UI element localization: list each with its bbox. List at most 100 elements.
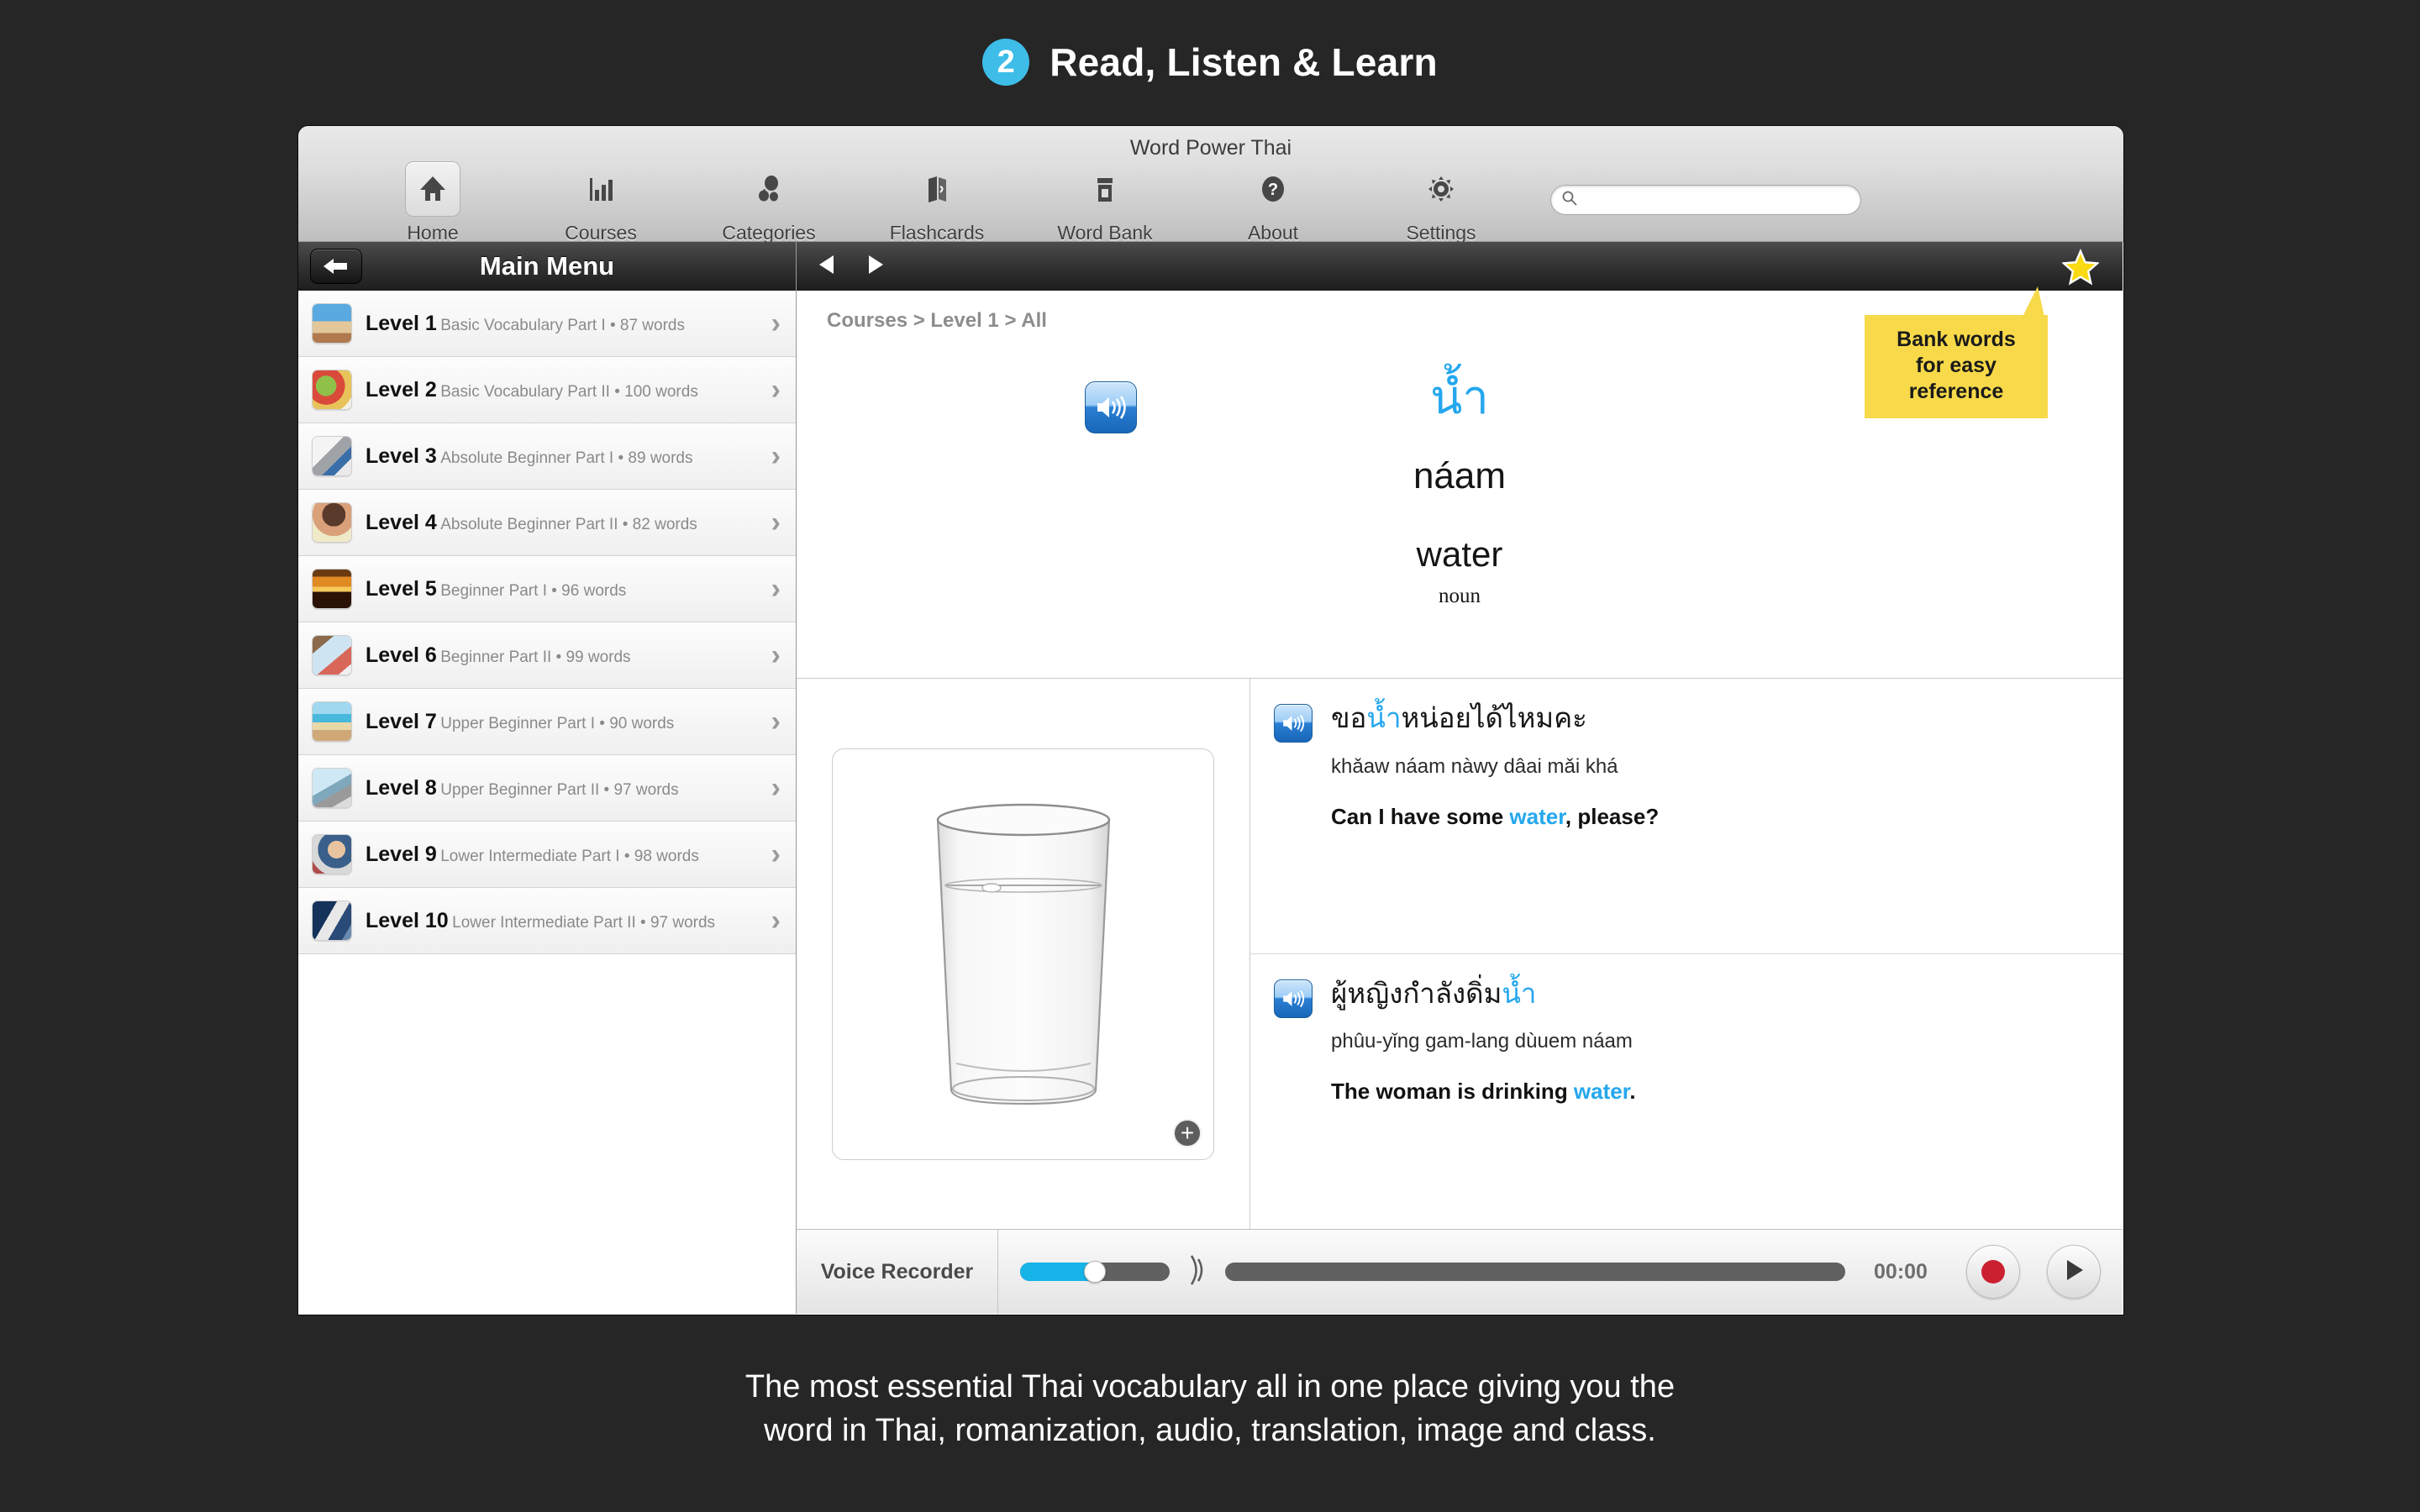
sidebar-header: Main Menu <box>298 242 796 291</box>
volume-slider-knob[interactable] <box>1084 1261 1106 1283</box>
glass-of-water-image <box>936 803 1110 1105</box>
content-nav-bar <box>797 242 2123 291</box>
example-sentence: ขอน้ำหน่อยได้ไหมคะ khǎaw náam nàwy dâai … <box>1250 679 2123 954</box>
level-subtitle: Absolute Beginner Part I • 89 words <box>440 449 693 467</box>
play-button[interactable] <box>2047 1245 2101 1299</box>
toolbar-item-flashcards[interactable]: Flashcards <box>853 161 1021 244</box>
example-translation: The woman is drinking water. <box>1331 1079 1636 1105</box>
tooltip-tail <box>2023 286 2044 317</box>
list-item[interactable]: Level 10 Lower Intermediate Part II • 97… <box>298 888 796 954</box>
toolbar-item-home[interactable]: Home <box>349 161 517 244</box>
categories-icon <box>741 161 797 217</box>
level-subtitle: Absolute Beginner Part II • 82 words <box>440 515 697 533</box>
app-window: Word Power Thai Home Courses Categories <box>298 126 2123 1315</box>
level-title: Level 3 <box>366 444 437 468</box>
chevron-right-icon: › <box>771 440 781 472</box>
toolbar-label-about: About <box>1247 222 1299 244</box>
level-title: Level 4 <box>366 510 437 534</box>
sidebar: Main Menu Level 1 Basic Vocabulary Part … <box>298 242 797 1314</box>
list-item[interactable]: Level 5 Beginner Part I • 96 words › <box>298 556 796 622</box>
example-audio-button[interactable] <box>1274 704 1313 743</box>
svg-text:?: ? <box>1268 181 1278 199</box>
voice-recorder-label: Voice Recorder <box>820 1259 974 1284</box>
list-item[interactable]: Level 9 Lower Intermediate Part I • 98 w… <box>298 822 796 888</box>
level-subtitle: Basic Vocabulary Part I • 87 words <box>440 316 685 334</box>
toolbar-item-categories[interactable]: Categories <box>685 161 853 244</box>
level-thumbnail <box>312 436 352 476</box>
level-thumbnail <box>312 370 352 410</box>
level-subtitle: Beginner Part I • 96 words <box>440 581 627 600</box>
chevron-right-icon: › <box>771 507 781 538</box>
next-word-button[interactable] <box>862 253 887 281</box>
promo-header: 2 Read, Listen & Learn <box>0 0 2420 124</box>
level-thumbnail <box>312 303 352 344</box>
level-thumbnail <box>312 502 352 543</box>
caption-line-2: word in Thai, romanization, audio, trans… <box>764 1413 1656 1449</box>
level-thumbnail <box>312 834 352 874</box>
list-item[interactable]: Level 7 Upper Beginner Part I • 90 words… <box>298 689 796 755</box>
search-input[interactable] <box>1585 190 1850 210</box>
bar-chart-icon <box>573 161 629 217</box>
toolbar-label-settings: Settings <box>1406 222 1476 244</box>
toolbar-item-settings[interactable]: Settings <box>1357 161 1525 244</box>
word-romanization: náam <box>1413 455 1507 496</box>
level-title: Level 5 <box>366 576 437 601</box>
level-thumbnail <box>312 635 352 675</box>
window-body: Main Menu Level 1 Basic Vocabulary Part … <box>298 242 2123 1314</box>
level-thumbnail <box>312 569 352 609</box>
word-translation: water <box>1416 534 1503 574</box>
level-title: Level 10 <box>366 908 449 932</box>
chevron-right-icon: › <box>771 706 781 738</box>
level-subtitle: Upper Beginner Part II • 97 words <box>440 780 679 799</box>
list-item[interactable]: Level 1 Basic Vocabulary Part I • 87 wor… <box>298 291 796 357</box>
level-title: Level 2 <box>366 377 437 402</box>
star-icon[interactable] <box>2061 248 2100 290</box>
chevron-right-icon: › <box>771 838 781 870</box>
window-titlebar: Word Power Thai Home Courses Categories <box>298 126 2123 244</box>
home-icon <box>405 161 460 217</box>
level-subtitle: Upper Beginner Part I • 90 words <box>440 714 675 732</box>
play-icon <box>2062 1257 2086 1287</box>
window-title: Word Power Thai <box>1129 136 1292 160</box>
tooltip-line-3: reference <box>1908 380 2004 403</box>
volume-slider[interactable] <box>1020 1261 1170 1283</box>
list-item[interactable]: Level 6 Beginner Part II • 99 words › <box>298 622 796 689</box>
level-thumbnail <box>312 900 352 941</box>
toolbar-item-wordbank[interactable]: Word Bank <box>1021 161 1189 244</box>
example-audio-button[interactable] <box>1274 979 1313 1018</box>
list-item[interactable]: Level 2 Basic Vocabulary Part II • 100 w… <box>298 357 796 423</box>
record-button[interactable] <box>1966 1245 2020 1299</box>
prev-word-button[interactable] <box>815 253 840 281</box>
toolbar-label-courses: Courses <box>565 222 637 244</box>
word-detail-row: + ขอน้ำหน่อยได้ไหมคะ khǎaw náam nàwy dâa… <box>797 679 2123 1230</box>
level-title: Level 1 <box>366 311 437 335</box>
main-toolbar: Home Courses Categories Flashcards Word … <box>298 161 2123 244</box>
toolbar-item-courses[interactable]: Courses <box>517 161 685 244</box>
chevron-right-icon: › <box>771 573 781 605</box>
list-item[interactable]: Level 3 Absolute Beginner Part I • 89 wo… <box>298 423 796 490</box>
word-image-frame: + <box>832 748 1214 1160</box>
level-thumbnail <box>312 768 352 808</box>
voice-recorder-bar: Voice Recorder 00:00 <box>797 1230 2123 1314</box>
zoom-image-button[interactable]: + <box>1173 1118 1202 1147</box>
flashcards-icon <box>909 161 965 217</box>
example-romanization: phûu-yǐng gam-lang dùuem náam <box>1331 1030 1633 1053</box>
tooltip-content: Bank words for easy reference <box>1865 315 2048 418</box>
chevron-right-icon: › <box>771 905 781 937</box>
toolbar-item-about[interactable]: ? About <box>1189 161 1357 244</box>
level-title: Level 9 <box>366 842 437 866</box>
word-class: noun <box>1439 585 1481 607</box>
level-thumbnail <box>312 701 352 742</box>
example-translation: Can I have some water, please? <box>1331 803 1660 829</box>
list-item[interactable]: Level 4 Absolute Beginner Part II • 82 w… <box>298 490 796 556</box>
level-subtitle: Basic Vocabulary Part II • 100 words <box>440 382 698 401</box>
tooltip-line-2: for easy <box>1916 354 1996 377</box>
sidebar-header-title: Main Menu <box>479 251 615 281</box>
example-sentence: ผู้หญิงกำลังดิ่มน้ำ phûu-yǐng gam-lang d… <box>1250 954 2123 1230</box>
chevron-right-icon: › <box>771 639 781 671</box>
list-item[interactable]: Level 8 Upper Beginner Part II • 97 word… <box>298 755 796 822</box>
playback-progress-slider[interactable] <box>1225 1263 1845 1281</box>
wordbank-icon <box>1077 161 1133 217</box>
level-title: Level 8 <box>366 775 437 800</box>
search-box[interactable] <box>1550 185 1861 215</box>
